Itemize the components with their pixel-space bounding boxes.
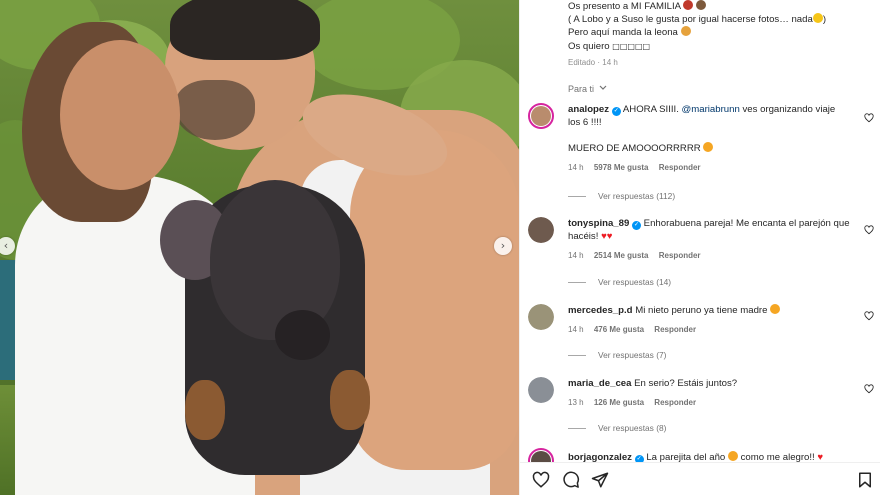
post-actions-bar [520, 462, 880, 495]
heart-icon[interactable] [864, 113, 874, 123]
caption-text: Pero aquí manda la leona [568, 27, 678, 39]
view-replies-link[interactable]: Ver respuestas (8) [568, 423, 666, 433]
comment-icon[interactable] [562, 471, 580, 489]
comment-item: tonyspina_89 ✓ Enhorabuena pareja! Me en… [528, 217, 878, 277]
replies-divider [568, 355, 586, 357]
reply-button[interactable]: Responder [654, 325, 696, 334]
edited-label: Editado [568, 57, 596, 67]
heart-eyes-emoji-icon [703, 142, 714, 152]
heart-icon[interactable] [532, 471, 550, 489]
hearts-glyphs: □□□□□ [612, 41, 651, 51]
caption-text: Os presento a MI FAMILIA [568, 1, 681, 12]
view-replies-label: Ver respuestas (8) [598, 423, 667, 433]
view-replies-label: Ver respuestas (14) [598, 277, 672, 287]
view-replies-label: Ver respuestas (112) [598, 191, 676, 201]
comment-likes[interactable]: 2514 Me gusta [594, 251, 649, 260]
heart-icon[interactable] [864, 311, 874, 321]
comment-time: 14 h [568, 163, 584, 172]
comment-body: mercedes_p.d Mi nieto peruno ya tiene ma… [568, 304, 850, 336]
comment-meta: 14 h 476 Me gusta Responder [568, 323, 850, 336]
avatar[interactable] [528, 377, 554, 403]
heart-icon[interactable] [864, 384, 874, 394]
caption-line: Os presento a MI FAMILIA [568, 0, 868, 13]
comment-likes[interactable]: 126 Me gusta [594, 398, 644, 407]
heart-eyes-emoji-icon [727, 451, 738, 461]
comment-username[interactable]: tonyspina_89 [568, 218, 629, 229]
comment-meta: 14 h 5978 Me gusta Responder [568, 161, 850, 174]
replies-divider [568, 282, 586, 284]
comment-text: En serio? Estáis juntos? [634, 378, 738, 389]
comment-time: 13 h [568, 398, 584, 407]
caption-time: 14 h [602, 57, 618, 67]
heart-icon[interactable] [864, 225, 874, 235]
view-replies-link[interactable]: Ver respuestas (7) [568, 350, 666, 360]
caption-line: ( A Lobo y a Suso le gusta por igual hac… [568, 13, 868, 26]
bookmark-icon[interactable] [856, 471, 874, 489]
comment-meta: 14 h 2514 Me gusta Responder [568, 249, 850, 262]
comment-username[interactable]: mercedes_p.d [568, 305, 633, 316]
comment-meta: 13 h 126 Me gusta Responder [568, 396, 850, 409]
replies-divider [568, 196, 586, 198]
caption-line: Pero aquí manda la leona [568, 26, 868, 39]
dog-emoji-icon [695, 0, 706, 10]
comment-second-line: MUERO DE AMOOOORRRRR [568, 142, 850, 155]
caption-line: Os quiero □□□□□ [568, 40, 868, 53]
comment-username[interactable]: analopez [568, 104, 609, 115]
comment-likes[interactable]: 5978 Me gusta [594, 163, 649, 172]
red-heart-emoji-icon: ♥♥ [601, 231, 613, 242]
comments-panel: Os presento a MI FAMILIA ( A Lobo y a Su… [519, 0, 880, 495]
comment-mention[interactable]: @mariabrunn [682, 104, 740, 115]
comment-body: maria_de_cea En serio? Estáis juntos? 13… [568, 377, 850, 409]
dog-paw [330, 370, 370, 430]
comment-item: maria_de_cea En serio? Estáis juntos? 13… [528, 377, 878, 417]
reply-button[interactable]: Responder [654, 398, 696, 407]
view-replies-link[interactable]: Ver respuestas (112) [568, 191, 675, 201]
comment-text: AHORA SIIII. [622, 104, 679, 115]
comment-username[interactable]: maria_de_cea [568, 378, 631, 389]
comment-body: analopez ✓ AHORA SIIII. @mariabrunn ves … [568, 103, 850, 174]
heart-eyes-emoji-icon [770, 304, 781, 314]
caption-text: ) [822, 14, 827, 26]
avatar[interactable] [528, 103, 554, 129]
comment-body: tonyspina_89 ✓ Enhorabuena pareja! Me en… [568, 217, 850, 262]
avatar[interactable] [528, 304, 554, 330]
comment-time: 14 h [568, 251, 584, 260]
man-hair [170, 0, 320, 60]
lion-emoji-icon [680, 26, 691, 37]
comment-likes[interactable]: 476 Me gusta [594, 325, 644, 334]
chevron-down-icon [599, 85, 606, 90]
reply-button[interactable]: Responder [659, 163, 701, 172]
dog-paw [185, 380, 225, 440]
comment-sort-dropdown[interactable]: Para ti [568, 84, 607, 94]
comment-item: mercedes_p.d Mi nieto peruno ya tiene ma… [528, 304, 878, 344]
man-shoulder [350, 130, 519, 470]
caption-text: Os quiero [568, 40, 610, 52]
instagram-post-view: ‹ › Os presento a MI FAMILIA ( A Lobo y … [0, 0, 880, 495]
caption-meta: Editado · 14 h [568, 57, 618, 67]
dog-snout [275, 310, 330, 360]
verified-badge-icon: ✓ [632, 221, 641, 230]
woman-face [60, 40, 180, 190]
comment-time: 14 h [568, 325, 584, 334]
view-replies-label: Ver respuestas (7) [598, 350, 667, 360]
comment-text: Mi nieto peruno ya tiene madre [635, 305, 768, 316]
family-emoji-icon [683, 0, 694, 10]
share-icon[interactable] [591, 471, 609, 489]
replies-divider [568, 428, 586, 430]
comment-text: MUERO DE AMOOOORRRRR [568, 143, 701, 154]
chevron-right-icon[interactable]: › [494, 237, 512, 255]
caption-text: ( A Lobo y a Suso le gusta por igual hac… [568, 14, 813, 26]
reply-button[interactable]: Responder [659, 251, 701, 260]
verified-badge-icon: ✓ [611, 107, 621, 116]
man-beard [175, 80, 255, 140]
post-caption: Os presento a MI FAMILIA ( A Lobo y a Su… [568, 0, 868, 69]
avatar[interactable] [528, 217, 554, 243]
view-replies-link[interactable]: Ver respuestas (14) [568, 277, 671, 287]
post-photo[interactable]: ‹ › [0, 0, 519, 495]
sort-label: Para ti [568, 84, 595, 94]
laughing-emoji-icon [812, 13, 823, 24]
